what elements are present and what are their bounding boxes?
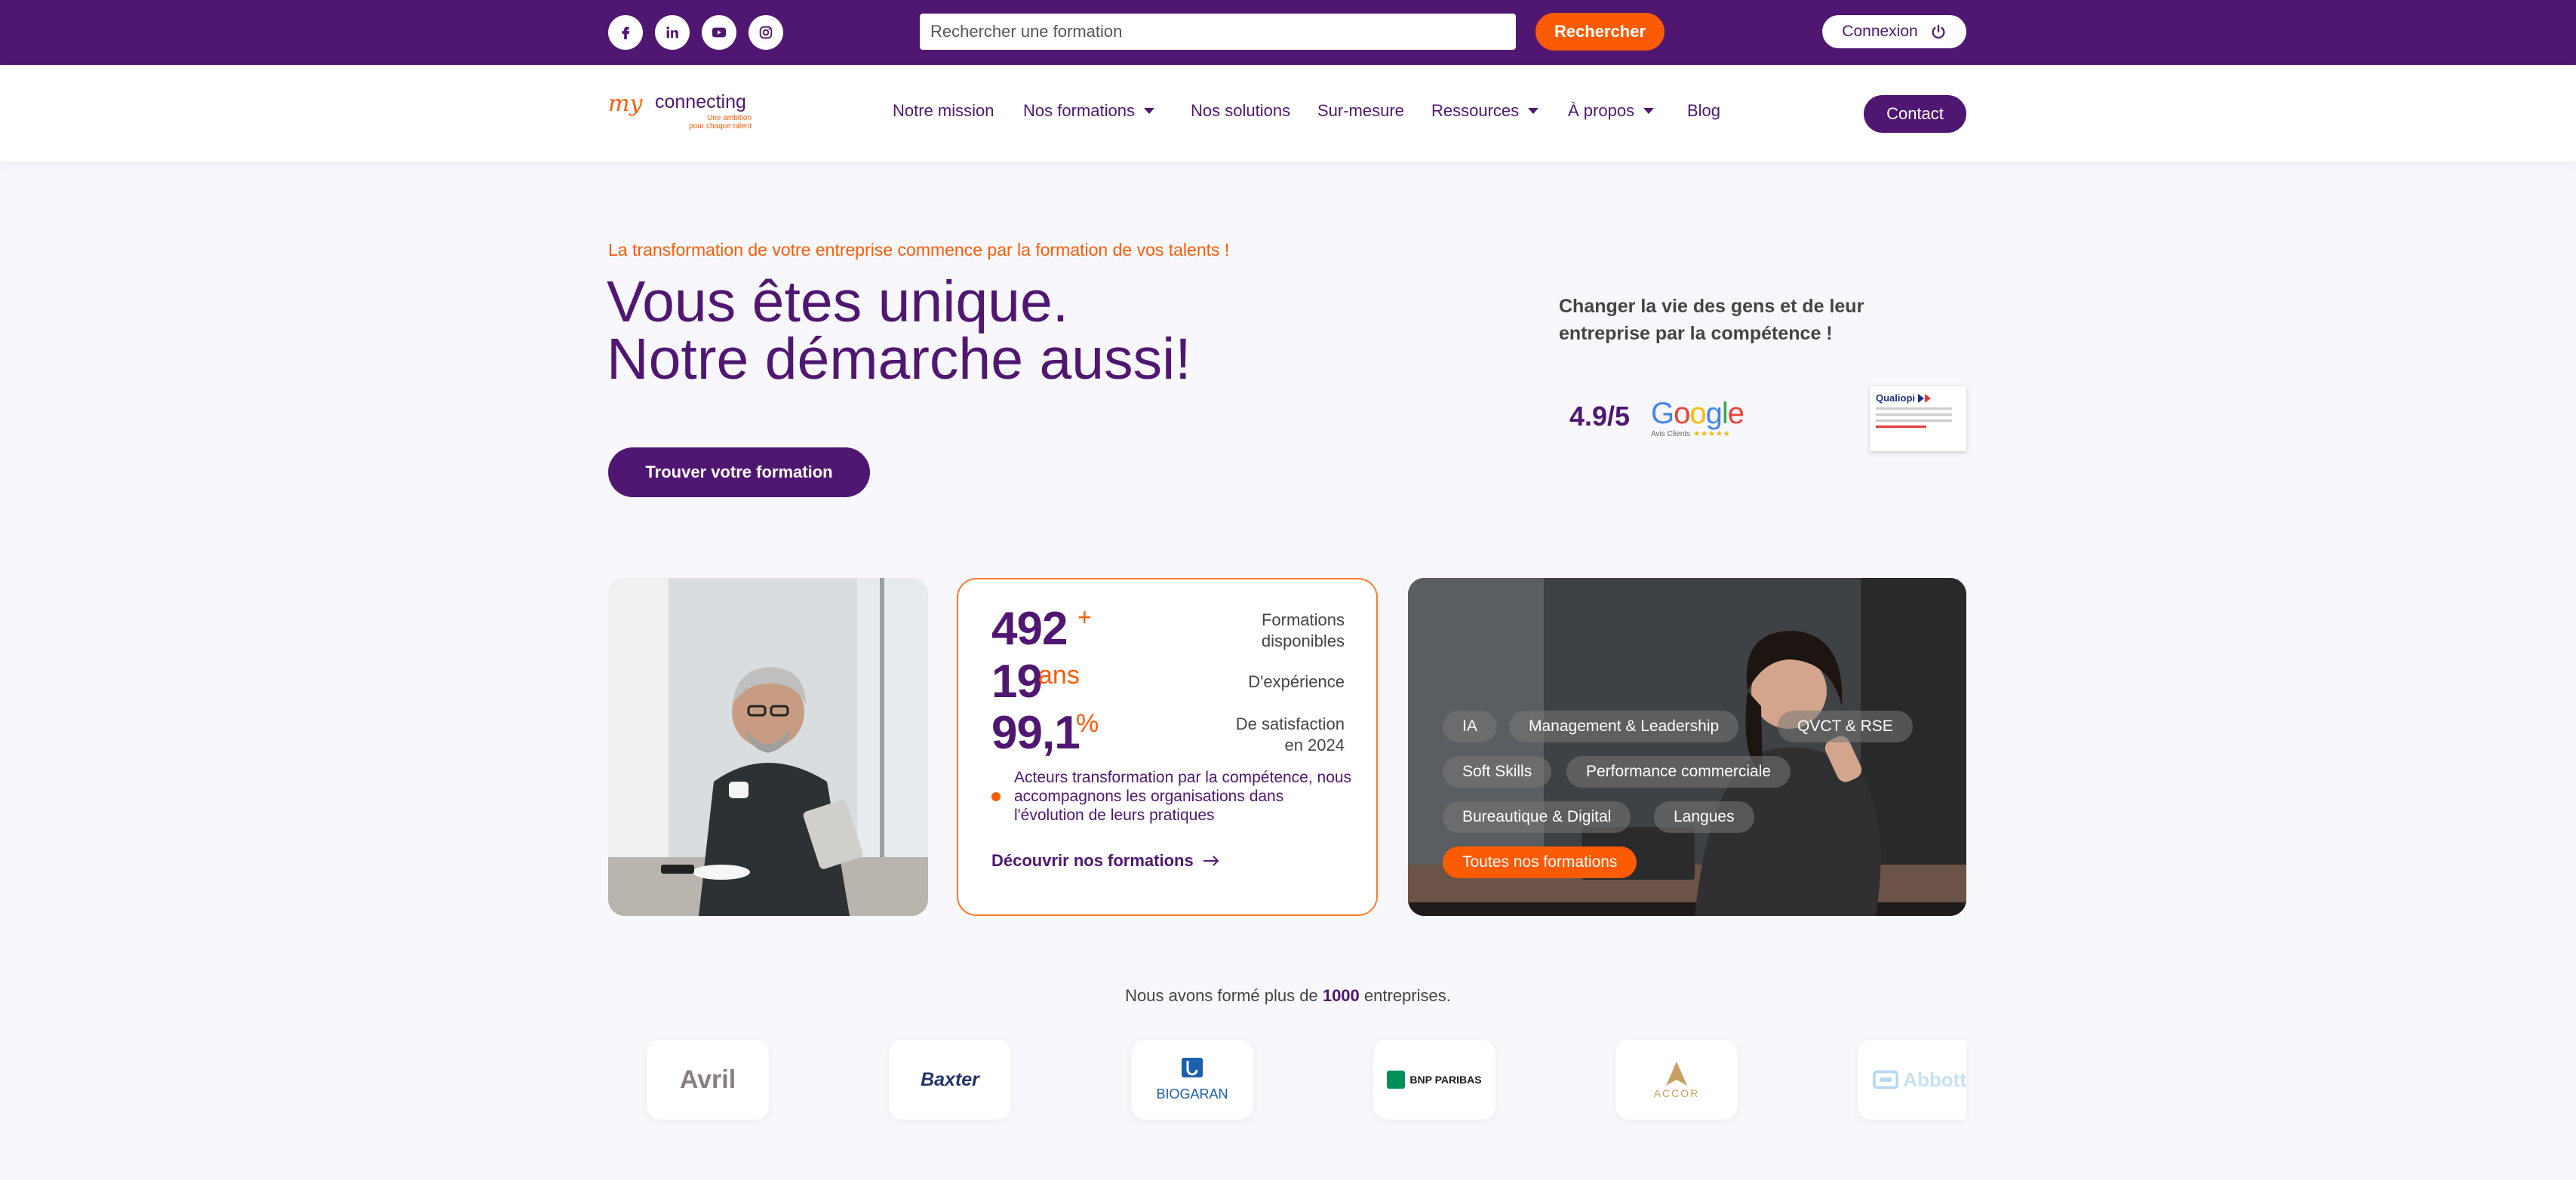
chevron-down-icon (1143, 108, 1154, 114)
topic-chip-langues[interactable]: Langues (1654, 801, 1754, 833)
facebook-icon[interactable] (608, 15, 643, 50)
google-reviews-logo: Google Avis Clients ★★★★★ (1651, 397, 1744, 438)
logo-my: my (608, 91, 643, 117)
find-training-button[interactable]: Trouver votre formation (608, 447, 870, 497)
chevron-down-icon (1643, 108, 1655, 114)
client-logo-avril: Avril (647, 1040, 769, 1120)
search-input[interactable] (920, 14, 1516, 50)
stat-experience-value: 19 (991, 656, 1043, 708)
nav-ressources[interactable]: Ressources (1431, 101, 1539, 121)
businessman-photo (608, 578, 928, 916)
logo-connecting: connecting (655, 91, 746, 112)
stat-satisfaction-label: De satisfaction en 2024 (1235, 714, 1345, 754)
stat-trainings-suffix: + (1077, 604, 1092, 631)
stats-card: 492 + Formations disponibles 19 ans D'exp… (957, 578, 1378, 916)
stat-satisfaction-value: 99,1 (991, 707, 1081, 759)
nav-nos-formations[interactable]: Nos formations (1023, 101, 1154, 121)
clients-count: 1000 (1322, 986, 1360, 1005)
power-icon (1932, 24, 1945, 39)
topics-card: IA Management & Leadership QVCT & RSE So… (1408, 578, 1966, 916)
qualiopi-badge: Qualiopi (1870, 386, 1966, 451)
stats-note: Acteurs transformation par la compétence… (1014, 769, 1352, 824)
google-wordmark: Google (1651, 397, 1744, 430)
qualiopi-arrow-icon (1918, 393, 1931, 403)
stat-experience-label: D'expérience (1248, 672, 1345, 691)
youtube-icon[interactable] (702, 15, 736, 50)
nav-notre-mission[interactable]: Notre mission (893, 101, 994, 121)
topic-chip-bureautique[interactable]: Bureautique & Digital (1443, 801, 1631, 833)
google-sub-label: Avis Clients (1651, 430, 1691, 438)
biogaran-mark-icon (1182, 1057, 1203, 1077)
client-logo-abbott: Abbott (1858, 1040, 1966, 1120)
nav-sur-mesure[interactable]: Sur-mesure (1317, 101, 1404, 121)
clients-count-text: Nous avons formé plus de 1000 entreprise… (1125, 986, 1451, 1005)
hero-tagline: Changer la vie des gens et de leur entre… (1559, 296, 1864, 344)
nav-nos-solutions[interactable]: Nos solutions (1191, 101, 1290, 121)
topic-chip-soft-skills[interactable]: Soft Skills (1443, 756, 1552, 788)
stat-trainings-value: 492 (991, 603, 1068, 655)
logo-tagline: Une ambition pour chaque talent (689, 114, 752, 131)
instagram-icon[interactable] (749, 15, 783, 50)
topic-chip-ia[interactable]: IA (1443, 711, 1497, 742)
login-label: Connexion (1842, 23, 1918, 40)
abbott-mark-icon (1873, 1070, 1899, 1089)
nav-blog[interactable]: Blog (1687, 101, 1720, 121)
client-logo-bnp-paribas: BNP PARIBAS (1373, 1040, 1495, 1120)
client-logo-accor: ACCOR (1615, 1040, 1738, 1120)
client-logo-biogaran: BIOGARAN (1131, 1040, 1253, 1120)
bullet-dot (991, 792, 1001, 801)
google-stars: ★★★★★ (1693, 430, 1731, 438)
bnp-mark-icon (1387, 1071, 1406, 1089)
hero-title: Vous êtes unique. Notre démarche aussi! (607, 269, 1191, 392)
search-button[interactable]: Rechercher (1535, 13, 1665, 51)
hero-eyebrow: La transformation de votre entreprise co… (608, 240, 1230, 260)
rating-value: 4.9/5 (1569, 401, 1631, 432)
qualiopi-title: Qualiopi (1876, 392, 1915, 404)
stat-trainings-label: Formations disponibles (1261, 610, 1345, 650)
site-logo[interactable]: my connecting Une ambition pour chaque t… (608, 91, 752, 133)
arrow-right-icon (1203, 856, 1219, 866)
stat-experience-suffix: ans (1038, 661, 1080, 690)
chevron-down-icon (1528, 108, 1539, 114)
all-trainings-button[interactable]: Toutes nos formations (1443, 847, 1637, 878)
login-button[interactable]: Connexion (1822, 15, 1966, 48)
discover-trainings-link[interactable]: Découvrir nos formations (991, 851, 1219, 871)
topic-chip-performance[interactable]: Performance commerciale (1566, 756, 1791, 788)
discover-trainings-label: Découvrir nos formations (991, 851, 1194, 870)
linkedin-icon[interactable] (655, 15, 690, 50)
contact-button[interactable]: Contact (1864, 95, 1966, 133)
client-logo-baxter: Baxter (889, 1040, 1011, 1120)
accor-mark-icon (1666, 1062, 1687, 1086)
nav-a-propos[interactable]: À propos (1568, 101, 1655, 121)
topic-chip-management[interactable]: Management & Leadership (1509, 711, 1739, 742)
stat-satisfaction-suffix: % (1076, 709, 1099, 738)
topic-chip-qvct[interactable]: QVCT & RSE (1778, 711, 1913, 742)
